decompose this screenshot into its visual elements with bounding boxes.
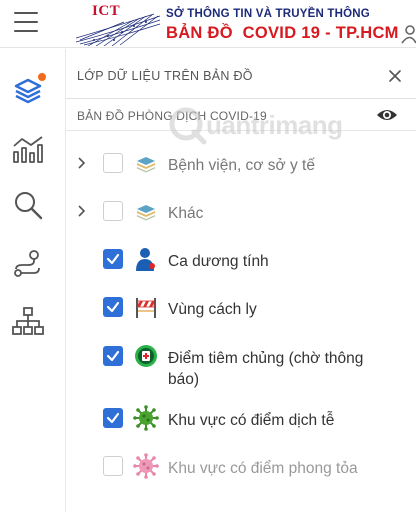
hamburger-menu-icon[interactable] [14,12,38,34]
virus-pink-icon [133,453,159,479]
layer-item-hospitals: Bệnh viện, cơ sở y tế [66,146,416,182]
layer-label: Khác [168,205,204,222]
layer-checkbox[interactable] [103,249,123,269]
user-icon[interactable] [400,24,416,44]
search-icon [15,192,43,220]
quarantine-barrier-icon [133,294,159,320]
chart-line-icon [13,136,43,163]
eye-icon[interactable] [376,106,398,124]
layer-checkbox[interactable] [103,153,123,173]
chevron-right-icon[interactable] [76,156,88,170]
virus-green-icon [133,405,159,431]
layer-item-positive-cases: Ca dương tính [66,242,416,278]
layer-checkbox[interactable] [103,456,123,476]
org-tree-icon [12,307,44,335]
notification-dot [38,73,46,81]
layer-item-vaccination-points: Điểm tiêm chủng (chờ thông báo) [66,339,416,395]
app-header: ICT SỞ THÔNG TIN VÀ TRUYỀN THÔNG BẢN ĐỒ … [0,0,416,48]
layer-label: Điểm tiêm chủng (chờ thông báo) [168,350,364,388]
layer-item-lockdown-areas: Khu vực có điểm phong tỏa [66,449,416,485]
layer-checkbox[interactable] [103,201,123,221]
layer-item-epidemic-areas: Khu vực có điểm dịch tễ [66,401,416,437]
layer-label: Khu vực có điểm phong tỏa [168,460,358,477]
ict-logo-text: ICT [92,3,121,19]
chevron-right-icon[interactable] [76,204,88,218]
layer-panel-header: LỚP DỮ LIỆU TRÊN BẢN ĐỒ [66,49,416,99]
layer-item-other: Khác [66,194,416,230]
vaccination-point-icon [133,343,159,369]
header-map-title: BẢN ĐỒ COVID 19 - TP.HCM [166,24,399,42]
layer-label: Vùng cách ly [168,301,257,318]
header-department: SỞ THÔNG TIN VÀ TRUYỀN THÔNG [166,8,370,20]
layer-label: Bệnh viện, cơ sở y tế [168,157,315,174]
layer-checkbox[interactable] [103,346,123,366]
layer-group-title: BẢN ĐỒ PHÒNG DỊCH COVID-19 [77,109,267,123]
layer-label: Khu vực có điểm dịch tễ [168,412,335,429]
rail-button-layers[interactable] [8,71,48,111]
layer-label: Ca dương tính [168,253,269,270]
layer-panel-title: LỚP DỮ LIỆU TRÊN BẢN ĐỒ [77,69,253,83]
rail-button-structure[interactable] [8,301,48,341]
layer-stack-icon [133,150,159,176]
rail-button-search[interactable] [8,185,48,225]
layer-checkbox[interactable] [103,408,123,428]
rail-button-route[interactable] [8,243,48,283]
layer-panel: LỚP DỮ LIỆU TRÊN BẢN ĐỒ BẢN ĐỒ PHÒNG DỊC… [66,49,416,512]
layer-group-header[interactable]: BẢN ĐỒ PHÒNG DỊCH COVID-19 [66,99,416,131]
rail-button-charts[interactable] [8,129,48,169]
layer-checkbox[interactable] [103,297,123,317]
layer-stack-icon [133,198,159,224]
layer-item-quarantine-zone: Vùng cách ly [66,290,416,326]
ict-logo: ICT [74,2,162,47]
close-icon[interactable] [386,67,404,85]
tool-rail [0,49,66,512]
positive-case-person-icon [133,246,159,272]
route-icon [14,250,40,277]
